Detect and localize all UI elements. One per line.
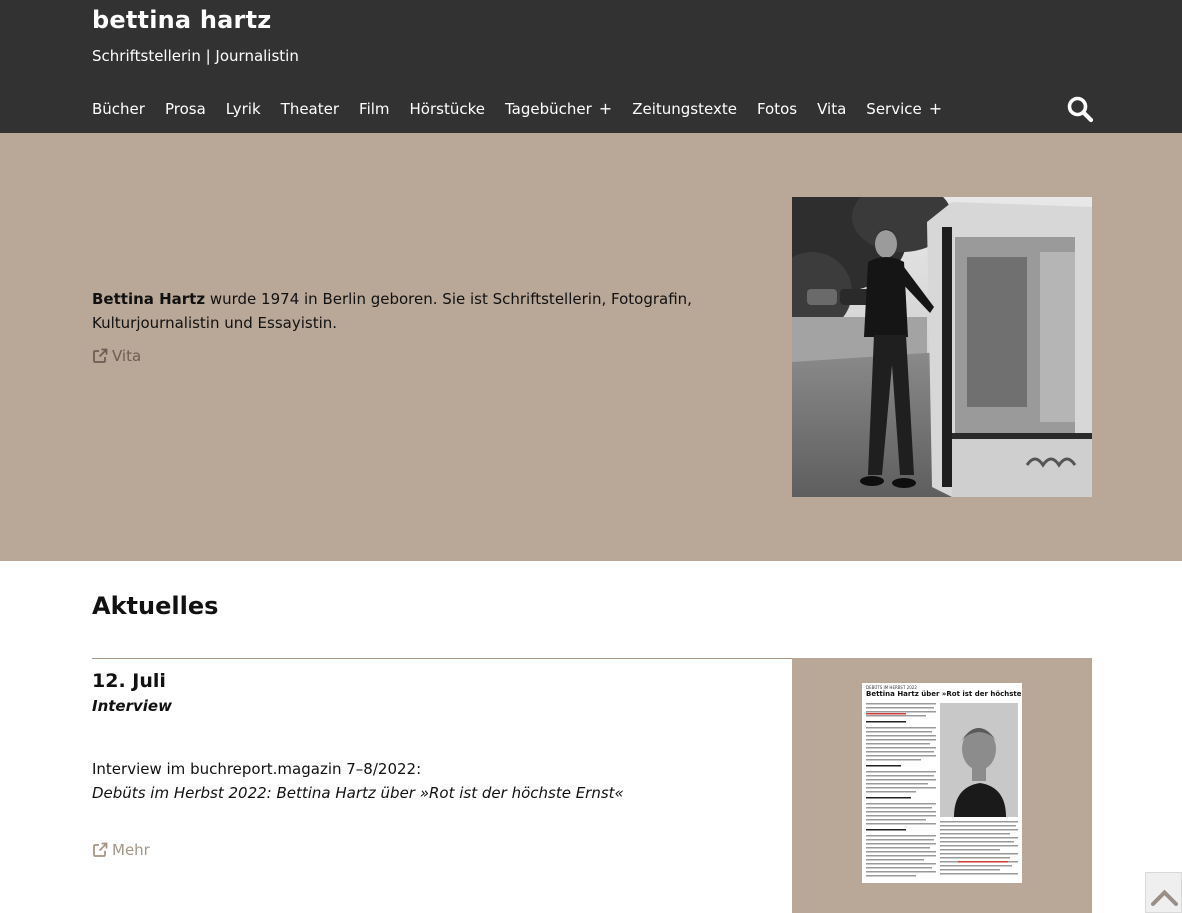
chevron-up-icon — [1151, 889, 1178, 906]
nav-item-buecher[interactable]: Bücher — [92, 100, 145, 118]
nav-item-label: Film — [359, 100, 390, 118]
news-body: Interview im buchreport.magazin 7–8/2022… — [92, 757, 624, 805]
nav-item-label: Service — [866, 100, 922, 118]
hero-name: Bettina Hartz — [92, 290, 206, 308]
search-button[interactable] — [1066, 95, 1094, 123]
submenu-plus-icon[interactable]: + — [929, 101, 942, 117]
news-line-1: Interview im buchreport.magazin 7–8/2022… — [92, 760, 422, 778]
nav-item-vita[interactable]: Vita — [817, 100, 846, 118]
nav-item-service[interactable]: Service + — [866, 100, 942, 118]
nav-item-zeitungstexte[interactable]: Zeitungstexte — [632, 100, 737, 118]
nav-item-label: Lyrik — [225, 100, 261, 118]
nav-item-film[interactable]: Film — [359, 100, 389, 118]
news-divider — [92, 658, 792, 659]
nav-item-label: Hörstücke — [409, 100, 485, 118]
site-title[interactable]: bettina hartz — [92, 6, 271, 34]
news-type: Interview — [92, 697, 172, 715]
nav-item-label: Theater — [280, 100, 340, 118]
scroll-to-top-button[interactable] — [1145, 872, 1182, 913]
nav-item-fotos[interactable]: Fotos — [757, 100, 797, 118]
mehr-link-label: Mehr — [112, 841, 150, 859]
author-portrait-photo — [792, 197, 1092, 497]
mehr-link[interactable]: Mehr — [92, 841, 150, 859]
nav-item-tagebuecher[interactable]: Tagebücher + — [505, 100, 612, 118]
hero-intro: Bettina Hartz wurde 1974 in Berlin gebor… — [92, 287, 692, 335]
news-line-2: Debüts im Herbst 2022: Bettina Hartz übe… — [92, 784, 624, 802]
nav-item-label: Vita — [817, 100, 847, 118]
hero-section: Bettina Hartz wurde 1974 in Berlin gebor… — [0, 133, 1182, 561]
nav-item-label: Prosa — [164, 100, 206, 118]
site-tagline: Schriftstellerin | Journalistin — [92, 47, 299, 65]
nav-item-prosa[interactable]: Prosa — [165, 100, 206, 118]
external-link-icon — [93, 348, 108, 363]
nav-item-label: Bücher — [92, 100, 145, 118]
search-icon — [1067, 96, 1094, 123]
main-nav: Bücher Prosa Lyrik Theater Film Hörstück… — [92, 97, 962, 121]
news-image-panel: DEBÜTS IM HERBST 2022 Bettina Hartz über… — [792, 658, 1092, 913]
nav-item-theater[interactable]: Theater — [281, 100, 339, 118]
magazine-clipping-image[interactable]: DEBÜTS IM HERBST 2022 Bettina Hartz über… — [862, 683, 1022, 883]
section-title-aktuelles: Aktuelles — [92, 592, 219, 620]
site-header: bettina hartz Schriftstellerin | Journal… — [0, 0, 1182, 133]
nav-item-label: Tagebücher — [504, 100, 592, 118]
vita-link[interactable]: Vita — [92, 347, 141, 365]
news-date: 12. Juli — [92, 670, 166, 692]
nav-item-lyrik[interactable]: Lyrik — [226, 100, 261, 118]
external-link-icon — [93, 842, 108, 857]
nav-item-label: Zeitungstexte — [632, 100, 737, 118]
vita-link-label: Vita — [112, 347, 142, 365]
submenu-plus-icon[interactable]: + — [599, 101, 612, 117]
nav-item-hoerstuecke[interactable]: Hörstücke — [410, 100, 485, 118]
nav-item-label: Fotos — [756, 100, 798, 118]
